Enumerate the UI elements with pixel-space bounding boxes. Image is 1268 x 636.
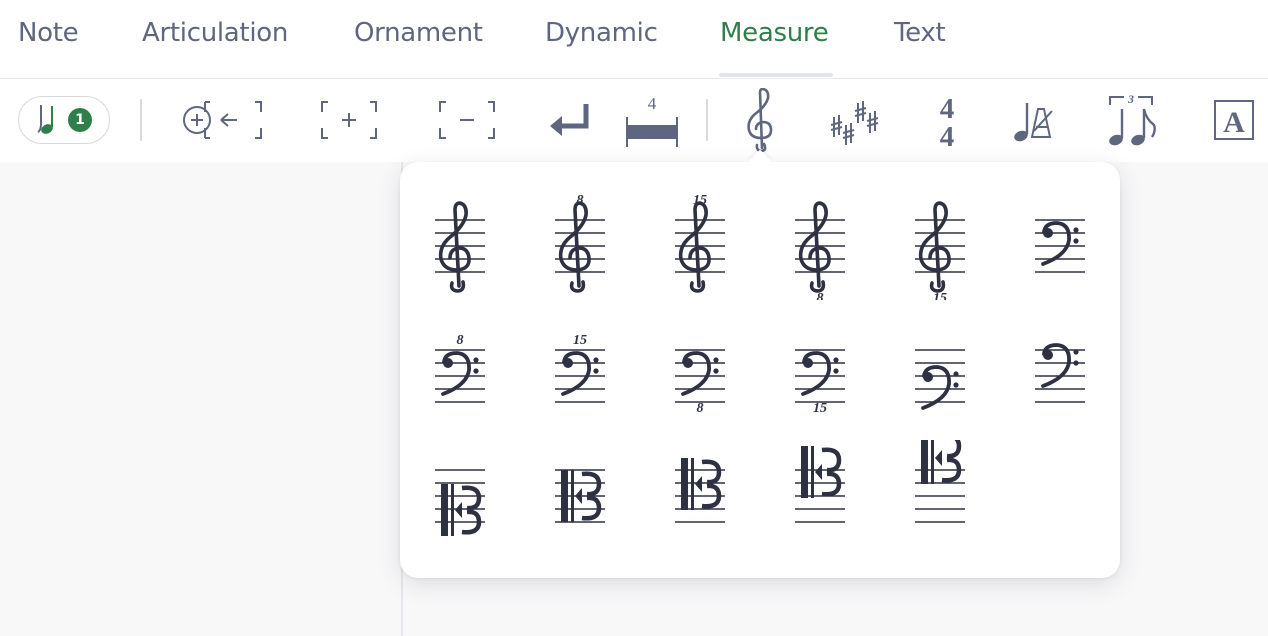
time-signature-icon: 4 4 xyxy=(940,93,955,150)
tab-measure[interactable]: Measure xyxy=(720,18,829,48)
tempo-button[interactable] xyxy=(1010,87,1056,153)
clef-option-treble-15-above[interactable]: 15 xyxy=(655,190,745,300)
toolbar-divider xyxy=(140,99,142,141)
treble-clef-icon: 8 xyxy=(795,201,845,300)
clef-option-bass-8-above[interactable]: 8 xyxy=(415,320,505,430)
c-clef-icon xyxy=(435,469,485,536)
measure-width-button[interactable]: 4 xyxy=(622,87,682,153)
clef-option-c-clef-line-5[interactable] xyxy=(895,440,985,550)
tab-note[interactable]: Note xyxy=(18,18,79,48)
clef-option-c-clef-line-2[interactable] xyxy=(535,440,625,550)
note-count-badge: 1 xyxy=(68,108,92,132)
bass-clef-icon: 8 xyxy=(435,333,485,403)
treble-clef-icon xyxy=(435,201,485,293)
svg-text:8: 8 xyxy=(697,401,704,416)
treble-clef-icon: 15 xyxy=(915,201,965,300)
clef-option-bass-low[interactable] xyxy=(895,320,985,430)
text-box-icon: A xyxy=(1214,100,1254,140)
clef-option-treble-15-below[interactable]: 15 xyxy=(895,190,985,300)
remove-measure-icon xyxy=(439,101,495,139)
add-measure-icon xyxy=(321,101,377,139)
bass-clef-icon: 15 xyxy=(795,349,845,416)
sharps-icon xyxy=(830,101,879,145)
tuplet-number: 3 xyxy=(1127,92,1134,106)
clef-option-c-clef-line-3[interactable] xyxy=(655,440,745,550)
svg-text:8: 8 xyxy=(817,291,824,300)
clef-option-treble-8-above[interactable]: 8 xyxy=(535,190,625,300)
clef-option-bass-15-below[interactable]: 15 xyxy=(775,320,865,430)
tuplet-icon: 3 xyxy=(1109,92,1156,146)
top-bar: Note Articulation Ornament Dynamic Measu… xyxy=(0,0,1268,162)
clef-option-c-clef-line-4[interactable] xyxy=(775,440,865,550)
measure-toolbar: 1 4 4 4 3 A xyxy=(0,79,1268,162)
bass-clef-icon xyxy=(1035,219,1085,273)
note-selector-button[interactable]: 1 xyxy=(18,96,110,144)
tab-text[interactable]: Text xyxy=(894,18,946,48)
time-signature-bottom: 4 xyxy=(940,121,955,150)
clef-option-c-clef-line-1[interactable] xyxy=(415,440,505,550)
return-arrow-icon xyxy=(550,104,589,136)
svg-text:15: 15 xyxy=(693,193,707,208)
bass-clef-icon: 15 xyxy=(555,333,605,403)
clef-option-bass-high[interactable] xyxy=(1015,320,1105,430)
tuplet-button[interactable]: 3 xyxy=(1104,87,1160,153)
clef-button[interactable] xyxy=(738,87,784,153)
clef-option-bass-15-above[interactable]: 15 xyxy=(535,320,625,430)
treble-clef-icon: 15 xyxy=(675,193,725,293)
add-measure-button[interactable] xyxy=(316,87,382,153)
svg-text:15: 15 xyxy=(933,291,947,300)
tab-articulation[interactable]: Articulation xyxy=(142,18,288,48)
clef-option-bass[interactable] xyxy=(1015,190,1105,300)
c-clef-icon xyxy=(795,446,845,523)
clef-option-treble-8-below[interactable]: 8 xyxy=(775,190,865,300)
c-clef-icon xyxy=(915,440,965,523)
text-box-button[interactable]: A xyxy=(1212,87,1256,153)
treble-clef-icon xyxy=(747,88,773,152)
c-clef-icon xyxy=(675,458,725,523)
measure-number-label: 4 xyxy=(648,94,657,113)
clef-picker-popover xyxy=(400,162,1120,578)
svg-text:15: 15 xyxy=(813,401,827,416)
half-note-icon xyxy=(37,105,53,134)
bass-clef-icon: 8 xyxy=(675,349,725,416)
metronome-icon xyxy=(1014,103,1053,142)
measure-width-icon: 4 xyxy=(626,94,678,147)
svg-text:8: 8 xyxy=(577,193,584,208)
c-clef-icon xyxy=(555,469,605,523)
tab-dynamic[interactable]: Dynamic xyxy=(545,18,658,48)
insert-measure-before-button[interactable] xyxy=(178,87,266,153)
active-tab-indicator xyxy=(719,73,833,77)
treble-clef-icon: 8 xyxy=(555,193,605,293)
bass-clef-icon xyxy=(915,349,965,410)
key-signature-button[interactable] xyxy=(826,87,882,153)
time-signature-button[interactable]: 4 4 xyxy=(928,87,966,153)
tab-ornament[interactable]: Ornament xyxy=(354,18,483,48)
tab-bar: Note Articulation Ornament Dynamic Measu… xyxy=(0,0,1268,79)
svg-text:15: 15 xyxy=(573,333,587,348)
bass-clef-icon xyxy=(1035,343,1085,403)
toolbar-divider xyxy=(706,99,708,141)
text-box-label: A xyxy=(1223,106,1245,139)
clef-option-bass-8-below[interactable]: 8 xyxy=(655,320,745,430)
remove-measure-button[interactable] xyxy=(434,87,500,153)
insert-before-icon xyxy=(183,101,262,139)
line-break-button[interactable] xyxy=(544,87,594,153)
clef-option-treble[interactable] xyxy=(415,190,505,300)
svg-text:8: 8 xyxy=(457,333,464,348)
